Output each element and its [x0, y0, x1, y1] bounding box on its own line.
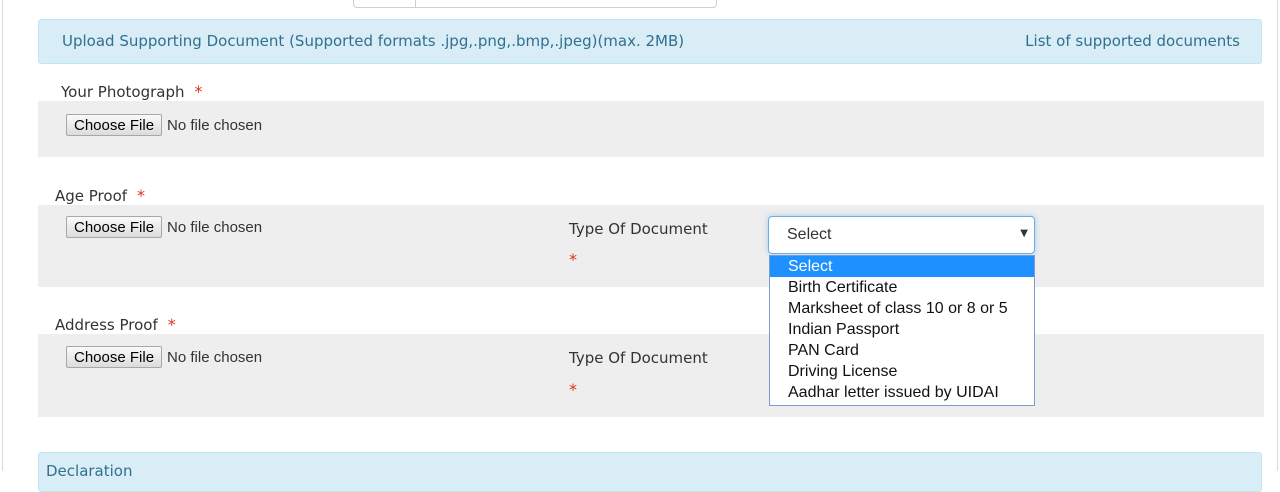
photograph-file-input[interactable]: Choose File No file chosen — [66, 114, 262, 136]
age-proof-file-status: No file chosen — [167, 218, 263, 236]
photograph-file-status: No file chosen — [167, 116, 263, 134]
option-birth-certificate[interactable]: Birth Certificate — [770, 277, 1034, 298]
age-proof-panel: Choose File No file chosen — [38, 205, 1264, 287]
address-proof-label: Address Proof * — [55, 315, 176, 334]
age-proof-type-required-marker: * — [569, 250, 577, 269]
document-type-select[interactable]: Select ▼ — [768, 216, 1035, 254]
address-proof-label-text: Address Proof — [55, 316, 158, 334]
top-control-outline — [353, 0, 717, 8]
address-proof-file-status: No file chosen — [167, 348, 263, 366]
declaration-bar: Declaration — [38, 452, 1262, 492]
required-marker: * — [167, 315, 176, 334]
document-type-select-value: Select — [787, 226, 832, 243]
age-proof-label-text: Age Proof — [55, 187, 128, 205]
option-pan-card[interactable]: PAN Card — [770, 340, 1034, 361]
declaration-title: Declaration — [46, 462, 133, 480]
age-proof-type-label: Type Of Document — [569, 220, 708, 238]
option-indian-passport[interactable]: Indian Passport — [770, 319, 1034, 340]
upload-info-title: Upload Supporting Document (Supported fo… — [62, 32, 685, 50]
option-aadhar-letter[interactable]: Aadhar letter issued by UIDAI — [770, 382, 1034, 403]
document-type-options: Select Birth Certificate Marksheet of cl… — [769, 255, 1035, 406]
age-proof-file-input[interactable]: Choose File No file chosen — [66, 216, 262, 238]
required-marker: * — [137, 186, 146, 205]
address-proof-type-required-marker: * — [569, 380, 577, 399]
dropdown-arrow-icon: ▼ — [1020, 228, 1028, 239]
supported-documents-link[interactable]: List of supported documents — [1025, 32, 1240, 50]
option-driving-license[interactable]: Driving License — [770, 361, 1034, 382]
page-frame-left — [2, 0, 3, 471]
address-proof-panel: Choose File No file chosen — [38, 334, 1264, 417]
page-frame-right — [1277, 0, 1278, 471]
address-proof-file-input[interactable]: Choose File No file chosen — [66, 346, 262, 368]
required-marker: * — [194, 82, 203, 101]
age-proof-choose-file-button[interactable]: Choose File — [66, 216, 163, 238]
photograph-label: Your Photograph * — [61, 82, 203, 101]
option-select[interactable]: Select — [770, 256, 1034, 277]
option-marksheet[interactable]: Marksheet of class 10 or 8 or 5 — [770, 298, 1034, 319]
photograph-choose-file-button[interactable]: Choose File — [66, 114, 163, 136]
address-proof-type-label: Type Of Document — [569, 349, 708, 367]
photograph-panel: Choose File No file chosen — [38, 101, 1264, 157]
address-proof-choose-file-button[interactable]: Choose File — [66, 346, 163, 368]
age-proof-label: Age Proof * — [55, 186, 145, 205]
photograph-label-text: Your Photograph — [61, 83, 185, 101]
upload-info-bar: Upload Supporting Document (Supported fo… — [38, 19, 1262, 64]
